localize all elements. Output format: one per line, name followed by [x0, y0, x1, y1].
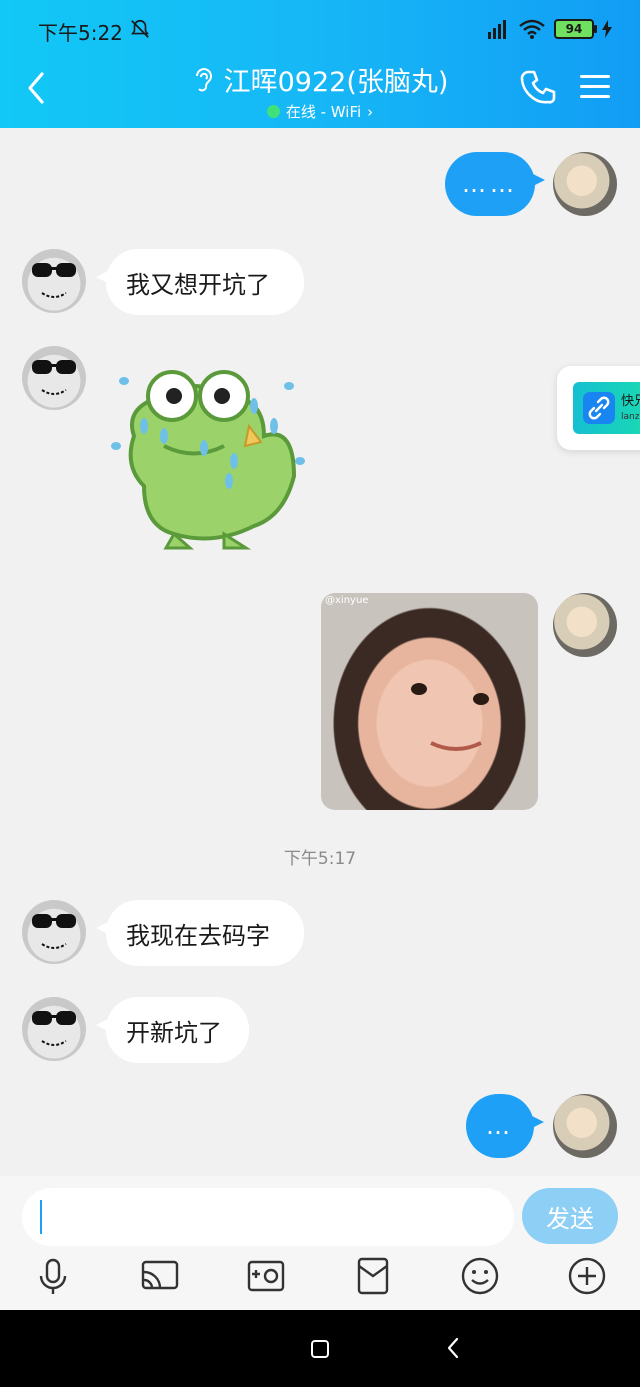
- wifi-icon: [519, 19, 545, 39]
- message-bubble-received[interactable]: 开新坑了: [96, 997, 249, 1063]
- message-bubble-sent[interactable]: ……: [445, 152, 545, 216]
- message-bubble-received[interactable]: 我又想开坑了: [96, 249, 304, 315]
- message-text: 开新坑了: [126, 1018, 222, 1047]
- link-title: 快兄: [621, 394, 640, 409]
- menu-icon[interactable]: [578, 72, 612, 102]
- red-packet-icon[interactable]: [353, 1256, 393, 1296]
- ear-icon: [195, 67, 212, 91]
- cellular-signal-icon: [488, 20, 506, 39]
- message-text: 我又想开坑了: [126, 270, 270, 299]
- message-bubble-received[interactable]: 我现在去码字: [96, 900, 304, 966]
- baby-photo[interactable]: @xinyue: [321, 593, 538, 810]
- sunglasses-face-icon: [32, 1011, 76, 1046]
- sunglasses-face-icon: [32, 263, 76, 298]
- emoji-icon[interactable]: [460, 1256, 500, 1296]
- sunglasses-face-icon: [32, 914, 76, 949]
- page-title: 江晖0922(张脑丸): [223, 67, 449, 98]
- link-icon: [583, 392, 615, 424]
- online-status-label: 在线 - WiFi: [285, 103, 362, 121]
- online-status: 在线 - WiFi ›: [266, 101, 374, 122]
- contact-avatar[interactable]: [22, 346, 86, 410]
- my-avatar[interactable]: [553, 152, 617, 216]
- message-text: …: [486, 1112, 514, 1140]
- status-icons: 94: [484, 16, 612, 42]
- status-time: 下午5:22: [38, 21, 123, 45]
- crying-frog-sticker[interactable]: [104, 366, 314, 556]
- message-input[interactable]: [22, 1188, 514, 1246]
- battery-indicator: 94: [554, 19, 597, 39]
- message-text: 我现在去码字: [126, 921, 270, 950]
- baby-face-illustration: [411, 683, 489, 751]
- input-area: 发送: [0, 1176, 640, 1310]
- photo-icon[interactable]: [246, 1256, 286, 1296]
- sunglasses-face-icon: [32, 360, 76, 395]
- plus-icon[interactable]: [567, 1256, 607, 1296]
- charging-icon: [602, 20, 612, 38]
- link-preview: 快兄 lanz: [573, 382, 640, 434]
- my-avatar[interactable]: [553, 1094, 617, 1158]
- system-back-icon[interactable]: [445, 1336, 461, 1360]
- floating-link-card[interactable]: 快兄 lanz: [557, 366, 640, 450]
- contact-avatar[interactable]: [22, 900, 86, 964]
- message-timestamp: 下午5:17: [283, 849, 357, 869]
- online-dot: [266, 105, 280, 118]
- phone-call-icon[interactable]: [520, 68, 556, 106]
- silent-bell-icon: [131, 19, 149, 38]
- my-avatar[interactable]: [553, 593, 617, 657]
- contact-avatar[interactable]: [22, 997, 86, 1061]
- send-button[interactable]: 发送: [522, 1188, 618, 1244]
- recent-apps-button[interactable]: [311, 1340, 329, 1358]
- message-text: ……: [462, 170, 518, 198]
- contact-avatar[interactable]: [22, 249, 86, 313]
- link-domain: lanz: [621, 412, 640, 422]
- text-caret: [40, 1200, 42, 1234]
- status-bar: 下午5:22 94: [0, 0, 640, 58]
- microphone-icon[interactable]: [33, 1256, 73, 1296]
- chat-header: 下午5:22 94 江晖0922(张脑丸) 在线 - WiFi ›: [0, 0, 640, 128]
- screen-share-icon[interactable]: [140, 1256, 180, 1296]
- message-bubble-sent[interactable]: …: [466, 1094, 544, 1158]
- system-nav-bar: [0, 1310, 640, 1387]
- chevron-right-icon: ›: [367, 102, 374, 121]
